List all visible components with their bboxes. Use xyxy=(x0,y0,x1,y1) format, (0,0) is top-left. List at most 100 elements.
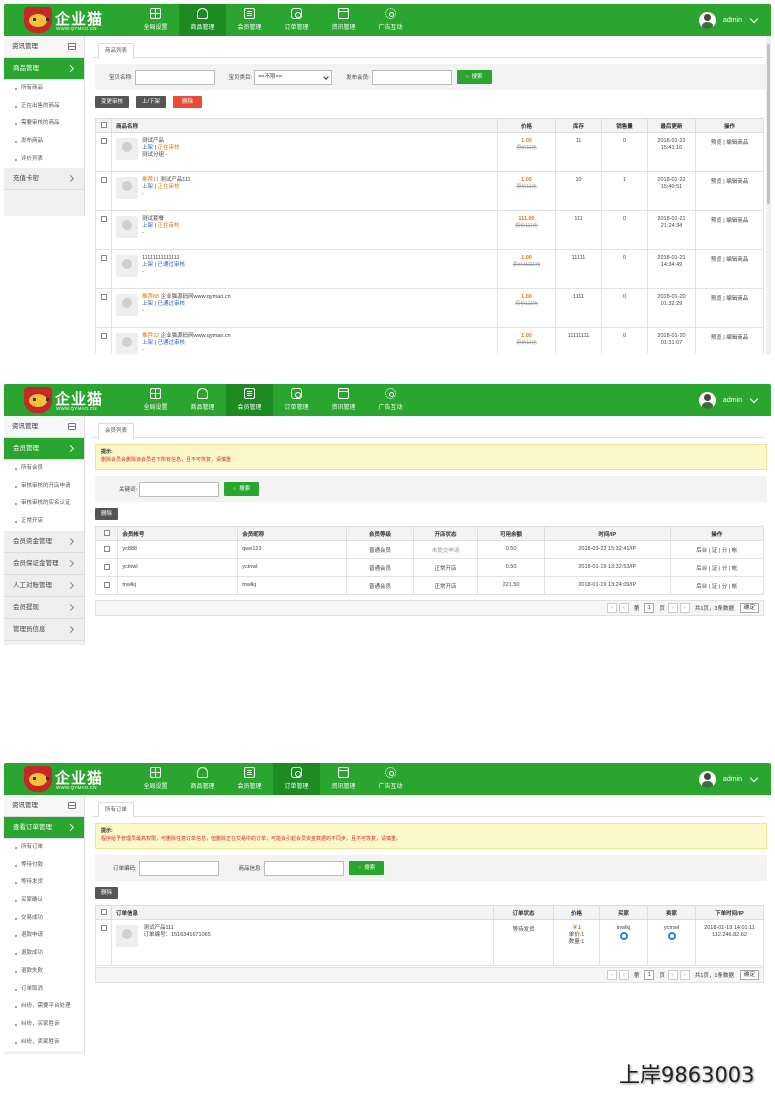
product-info-input[interactable] xyxy=(264,860,345,876)
sidebar-group-products[interactable]: 商品管理 xyxy=(4,58,84,80)
nav-members[interactable]: 会员管理 xyxy=(226,4,273,36)
delete-button[interactable]: 删除 xyxy=(95,508,119,520)
member-input[interactable] xyxy=(371,69,452,85)
edit-link[interactable]: 编辑商品 xyxy=(726,335,748,341)
sidebar-item[interactable]: 纠纷，卖家胜诉 xyxy=(4,1033,84,1052)
sidebar-item[interactable]: 审核审核的实名认证 xyxy=(4,495,84,514)
first-page-button[interactable]: ‹ xyxy=(606,970,617,980)
go-button[interactable]: 确定 xyxy=(739,603,759,613)
sidebar-item[interactable]: 退款失败 xyxy=(4,962,84,981)
qq-icon[interactable] xyxy=(667,932,676,940)
product-name[interactable]: 11111111111111 xyxy=(142,255,180,261)
preview-link[interactable]: 预览 xyxy=(711,140,722,146)
sidebar-group[interactable]: 会员资金管理 xyxy=(4,530,84,553)
sidebar-item[interactable]: 正常开店 xyxy=(4,513,84,531)
cert-link[interactable]: 证 xyxy=(712,548,718,554)
user-menu[interactable]: admin xyxy=(698,12,759,29)
preview-link[interactable]: 预览 xyxy=(711,179,722,185)
nav-ads[interactable]: 广告互动 xyxy=(367,4,414,36)
sidebar-item[interactable]: 所有商品 xyxy=(4,80,84,98)
buyer-name[interactable]: tnwlkj xyxy=(617,925,631,931)
sidebar-group-cards[interactable]: 充值卡密 xyxy=(4,168,84,191)
page-input[interactable]: 1 xyxy=(644,603,655,613)
select-all-checkbox[interactable] xyxy=(103,530,110,537)
sidebar-item[interactable]: 正在出售的商品 xyxy=(4,97,84,116)
search-button[interactable]: 搜索 xyxy=(224,482,260,496)
select-all-checkbox[interactable] xyxy=(100,122,107,129)
qq-icon[interactable] xyxy=(619,932,628,940)
sidebar-item[interactable]: 需要审核的商品 xyxy=(4,115,84,134)
change-audit-button[interactable]: 变更审核 xyxy=(95,96,130,108)
page-input[interactable]: 1 xyxy=(644,970,655,980)
calendar-icon[interactable] xyxy=(68,802,76,809)
points-link[interactable]: 分 xyxy=(722,548,728,554)
nav-news[interactable]: 资讯管理 xyxy=(320,763,367,795)
name-input[interactable] xyxy=(134,69,215,85)
sidebar-item[interactable]: 交易成功 xyxy=(4,909,84,928)
sidebar-item[interactable]: 买家确认 xyxy=(4,892,84,910)
next-page-button[interactable]: › xyxy=(667,970,678,980)
delete-button[interactable]: 删除 xyxy=(95,887,119,899)
member-account[interactable]: yc888 xyxy=(117,540,239,559)
account-link[interactable]: 帐 xyxy=(732,548,738,554)
points-link[interactable]: 分 xyxy=(722,566,728,572)
sidebar-item[interactable]: 所有会员 xyxy=(4,460,84,478)
sidebar-item[interactable]: 评价列表 xyxy=(4,150,84,169)
tab-member-list[interactable]: 会员列表 xyxy=(98,423,135,439)
backend-link[interactable]: 后台 xyxy=(696,548,707,554)
preview-link[interactable]: 预览 xyxy=(711,335,722,341)
search-button[interactable]: 搜索 xyxy=(349,861,385,875)
user-menu[interactable]: admin xyxy=(698,392,759,409)
member-account[interactable]: yctnwl xyxy=(117,558,239,577)
prev-page-button[interactable]: ‹ xyxy=(618,603,629,613)
cert-link[interactable]: 证 xyxy=(712,566,718,572)
product-name[interactable]: 测试产品111 xyxy=(160,177,190,183)
search-button[interactable]: 搜索 xyxy=(456,70,492,84)
backend-link[interactable]: 后台 xyxy=(696,566,707,572)
nav-products[interactable]: 商品管理 xyxy=(179,763,226,795)
nav-global-settings[interactable]: 全局设置 xyxy=(132,4,179,36)
scrollbar[interactable] xyxy=(766,36,771,354)
sidebar-item[interactable]: 审核审核的开店申请 xyxy=(4,477,84,496)
row-checkbox[interactable] xyxy=(100,216,107,222)
sidebar-item[interactable]: 纠纷，买家胜诉 xyxy=(4,1015,84,1034)
account-link[interactable]: 帐 xyxy=(732,566,738,572)
edit-link[interactable]: 编辑商品 xyxy=(726,296,748,302)
toggle-shelf-button[interactable]: 上/下架 xyxy=(136,96,167,108)
edit-link[interactable]: 编辑商品 xyxy=(726,179,748,185)
keyword-input[interactable] xyxy=(139,481,220,497)
product-name[interactable]: 企业猫源码网www.qymao.cn xyxy=(161,294,231,300)
nav-ads[interactable]: 广告互动 xyxy=(367,384,414,416)
product-name[interactable]: 测试产品111 xyxy=(144,925,174,931)
row-checkbox[interactable] xyxy=(103,582,110,588)
row-checkbox[interactable] xyxy=(103,564,110,570)
nav-members[interactable]: 会员管理 xyxy=(226,763,273,795)
sidebar-item[interactable]: 所有订单 xyxy=(4,839,84,857)
row-checkbox[interactable] xyxy=(100,333,107,339)
nav-news[interactable]: 资讯管理 xyxy=(320,4,367,36)
tab-all-orders[interactable]: 所有订单 xyxy=(98,802,135,818)
calendar-icon[interactable] xyxy=(68,423,76,430)
nav-orders[interactable]: 订单管理 xyxy=(273,384,320,416)
sidebar-item[interactable]: 退款成功 xyxy=(4,945,84,963)
nav-products[interactable]: 商品管理 xyxy=(179,4,226,36)
seller-name[interactable]: yctnwl xyxy=(664,925,679,931)
user-menu[interactable]: admin xyxy=(698,771,759,788)
delete-button[interactable]: 删除 xyxy=(173,96,203,108)
sidebar-item[interactable]: 纠纷，需要平台处理 xyxy=(4,998,84,1016)
first-page-button[interactable]: ‹ xyxy=(606,603,617,613)
edit-link[interactable]: 编辑商品 xyxy=(726,140,748,146)
backend-link[interactable]: 后台 xyxy=(696,584,707,590)
sidebar-group-members[interactable]: 会员管理 xyxy=(4,438,84,460)
row-checkbox[interactable] xyxy=(100,138,107,144)
nav-products[interactable]: 商品管理 xyxy=(179,384,226,416)
sidebar-item[interactable]: 等待发货 xyxy=(4,874,84,893)
edit-link[interactable]: 编辑商品 xyxy=(726,257,748,263)
sidebar-group-orders[interactable]: 查看订单管理 xyxy=(4,817,84,839)
calendar-icon[interactable] xyxy=(68,43,76,50)
preview-link[interactable]: 预览 xyxy=(711,218,722,224)
row-checkbox[interactable] xyxy=(100,294,107,300)
category-select[interactable]: ==不限== xyxy=(254,69,333,85)
nav-news[interactable]: 资讯管理 xyxy=(320,384,367,416)
product-name[interactable]: 测试套餐 xyxy=(142,216,164,222)
